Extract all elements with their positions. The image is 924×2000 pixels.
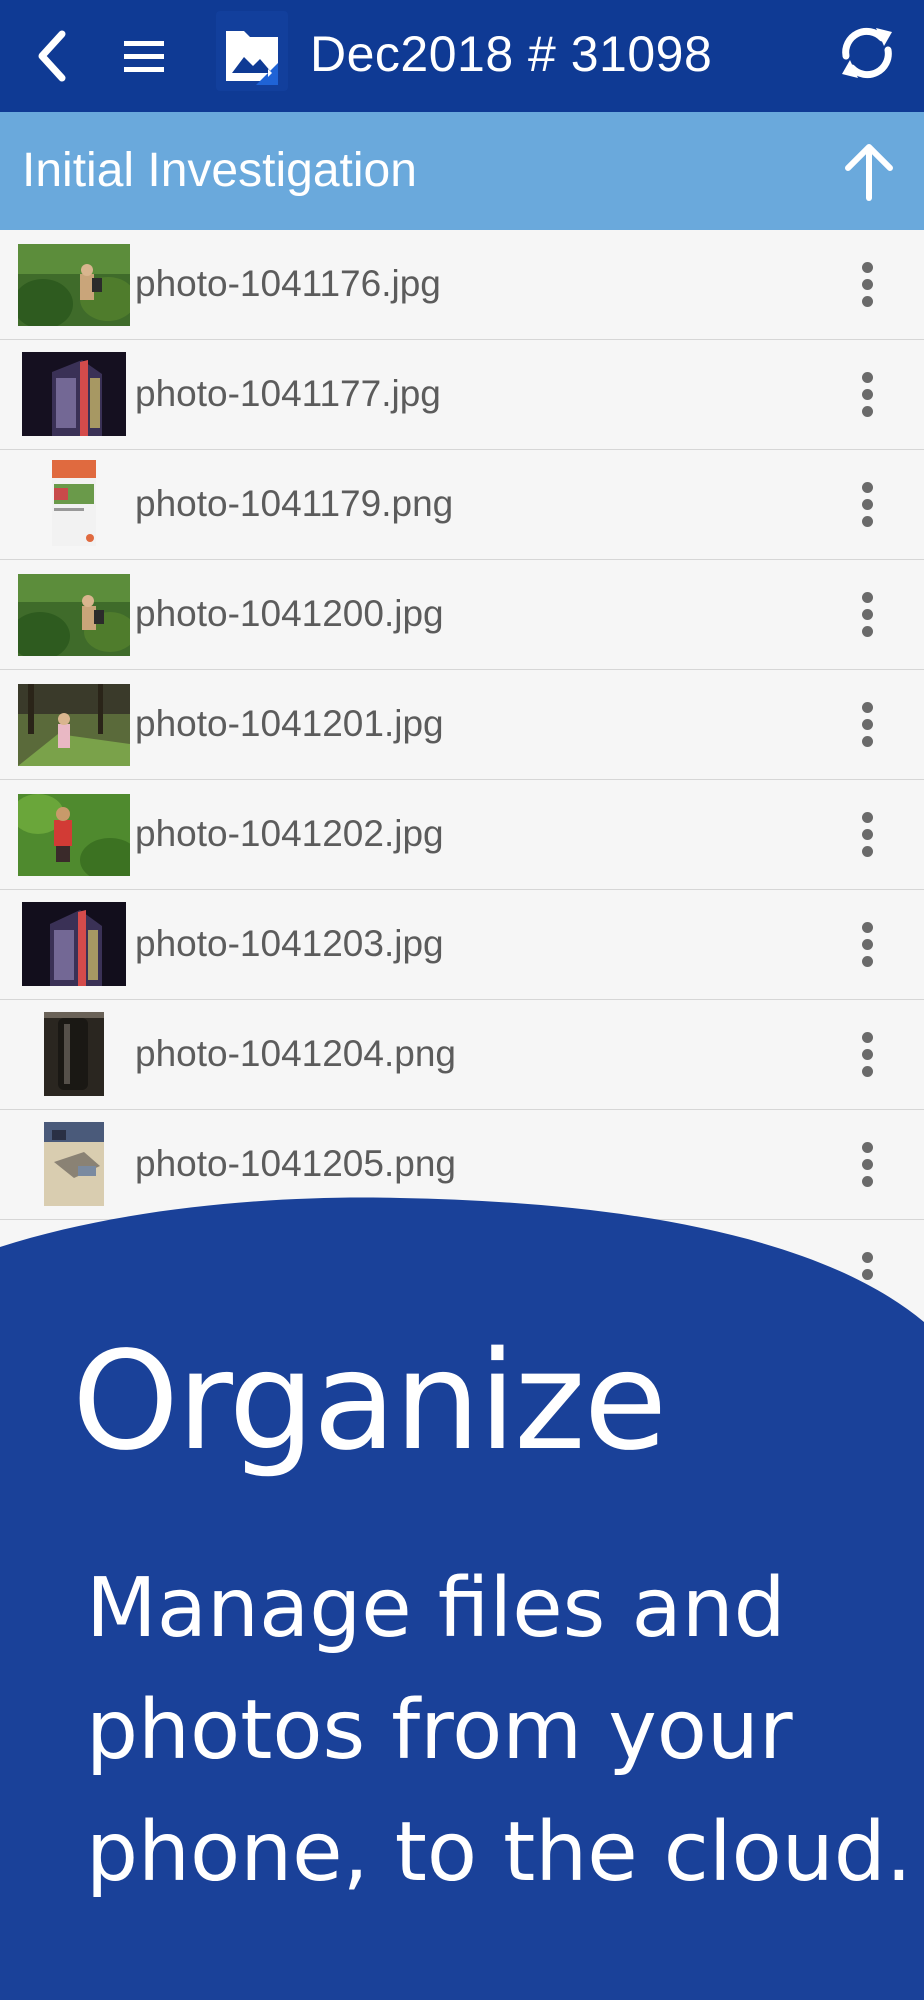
more-options-icon[interactable] (856, 922, 880, 968)
more-options-icon[interactable] (856, 262, 880, 308)
more-options-icon[interactable] (856, 592, 880, 638)
promo-description: Manage files and photos from your phone,… (86, 1561, 912, 1900)
top-app-bar: Dec2018 # 31098 (0, 0, 924, 112)
list-item[interactable]: photo-1041200.jpg (0, 560, 924, 670)
folder-header: Initial Investigation (0, 112, 924, 230)
list-item[interactable] (0, 1220, 924, 1330)
photo-thumbnail (18, 684, 130, 766)
promo-title: Organize (72, 1323, 667, 1481)
more-options-icon[interactable] (856, 1252, 880, 1298)
list-item[interactable]: photo-1041201.jpg (0, 670, 924, 780)
folder-title: Initial Investigation (22, 144, 417, 197)
list-item[interactable]: photo-1041204.png (0, 1000, 924, 1110)
list-item[interactable]: photo-1041179.png (0, 450, 924, 560)
photo-thumbnail (18, 574, 130, 656)
photo-thumbnail (22, 352, 126, 436)
list-item[interactable]: photo-1041177.jpg (0, 340, 924, 450)
file-name: photo-1041200.jpg (135, 593, 444, 634)
photo-thumbnail (22, 902, 126, 986)
file-list: photo-1041176.jpg photo-1041177.jpg phot… (0, 230, 924, 1330)
menu-icon[interactable] (118, 30, 170, 82)
more-options-icon[interactable] (856, 1032, 880, 1078)
more-options-icon[interactable] (856, 702, 880, 748)
app-title: Dec2018 # 31098 (310, 26, 713, 82)
file-name: photo-1041203.jpg (135, 923, 444, 964)
file-name: photo-1041177.jpg (135, 373, 441, 414)
file-name: photo-1041176.jpg (135, 263, 441, 304)
more-options-icon[interactable] (856, 482, 880, 528)
back-icon[interactable] (30, 24, 74, 88)
file-name: photo-1041204.png (135, 1033, 456, 1074)
list-item[interactable]: photo-1041202.jpg (0, 780, 924, 890)
photo-thumbnail (44, 1012, 104, 1096)
photo-thumbnail (18, 244, 130, 326)
file-name: photo-1041202.jpg (135, 813, 444, 854)
list-item[interactable]: photo-1041176.jpg (0, 230, 924, 340)
screenshot-thumbnail (52, 460, 96, 546)
file-name: photo-1041179.png (135, 483, 454, 524)
list-item[interactable]: photo-1041205.png (0, 1110, 924, 1220)
app-folder-icon (216, 11, 288, 91)
arrow-up-icon[interactable] (836, 138, 902, 204)
more-options-icon[interactable] (856, 812, 880, 858)
photo-thumbnail (18, 794, 130, 876)
more-options-icon[interactable] (856, 372, 880, 418)
file-name: photo-1041205.png (135, 1143, 456, 1184)
sync-icon[interactable] (832, 18, 902, 88)
more-options-icon[interactable] (856, 1142, 880, 1188)
list-item[interactable]: photo-1041203.jpg (0, 890, 924, 1000)
photo-thumbnail (44, 1122, 104, 1206)
file-name: photo-1041201.jpg (135, 703, 444, 744)
